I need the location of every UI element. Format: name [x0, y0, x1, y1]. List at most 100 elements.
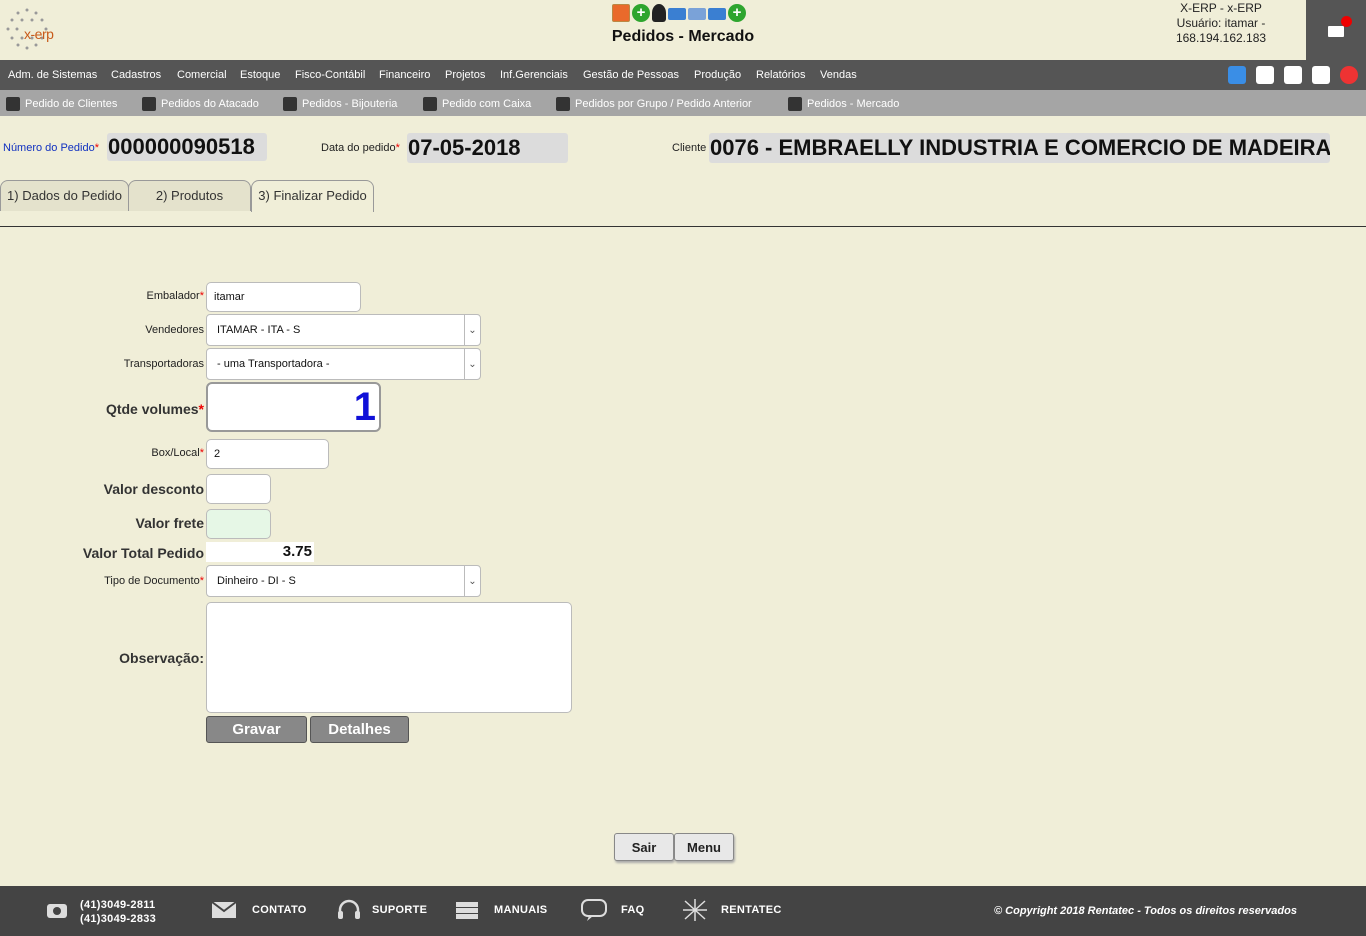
vendedores-select[interactable]: ITAMAR - ITA - S ⌄	[206, 314, 481, 346]
order-number-value: 000000090518	[107, 133, 267, 161]
client-label: Cliente	[672, 142, 707, 154]
required-mark: *	[94, 142, 100, 154]
tab-produtos[interactable]: 2) Produtos	[128, 180, 251, 211]
tab-finalizar-pedido[interactable]: 3) Finalizar Pedido	[251, 180, 374, 212]
submenu-pedido-caixa[interactable]: Pedido com Caixa	[423, 97, 531, 111]
phone-numbers: (41)3049-2811 (41)3049-2833	[80, 898, 156, 926]
submenu-pedidos-mercado[interactable]: Pedidos - Mercado	[788, 97, 899, 111]
menu-adm-sistemas[interactable]: Adm. de Sistemas	[8, 69, 97, 81]
xerp-logo[interactable]: x-erp	[4, 6, 64, 54]
order-date-label: Data do pedido*	[321, 142, 400, 154]
order-date-label-text: Data do pedido	[321, 142, 396, 154]
menu-vendas[interactable]: Vendas	[820, 69, 857, 81]
valor-desconto-label: Valor desconto	[103, 481, 204, 497]
help-icon[interactable]	[1312, 66, 1330, 84]
main-menu: Adm. de Sistemas Cadastros Comercial Est…	[0, 60, 1366, 90]
store-icon	[788, 97, 802, 111]
detalhes-button[interactable]: Detalhes	[310, 716, 409, 743]
required-mark: *	[199, 290, 204, 302]
user-info: X-ERP - x-ERP Usuário: itamar - 168.194.…	[1160, 1, 1282, 46]
chevron-down-icon: ⌄	[464, 315, 480, 345]
embalador-label: Embalador*	[147, 290, 204, 302]
vendedores-label: Vendedores	[145, 324, 204, 336]
box-local-label: Box/Local*	[151, 447, 204, 459]
footer-manuais[interactable]: MANUAIS	[494, 904, 547, 916]
tipo-documento-select[interactable]: Dinheiro - DI - S ⌄	[206, 565, 481, 597]
required-mark: *	[395, 142, 400, 154]
menu-relatorios[interactable]: Relatórios	[756, 69, 806, 81]
footer-suporte[interactable]: SUPORTE	[372, 904, 427, 916]
submenu-pedido-clientes[interactable]: Pedido de Clientes	[6, 97, 117, 111]
menu-producao[interactable]: Produção	[694, 69, 741, 81]
network-icon	[683, 899, 707, 921]
transportadoras-select[interactable]: - uma Transportadora - ⌄	[206, 348, 481, 380]
sub-menu: Pedido de Clientes Pedidos do Atacado Pe…	[0, 90, 1366, 116]
valor-total-value: 3.75	[206, 542, 314, 562]
footer-faq[interactable]: FAQ	[621, 904, 645, 916]
menu-comercial[interactable]: Comercial	[177, 69, 227, 81]
menu-estoque[interactable]: Estoque	[240, 69, 280, 81]
gravar-button[interactable]: Gravar	[206, 716, 307, 743]
document-icon[interactable]	[612, 4, 630, 22]
submenu-pedidos-atacado[interactable]: Pedidos do Atacado	[142, 97, 259, 111]
order-date-value: 07-05-2018	[407, 133, 568, 163]
submenu-label: Pedidos - Bijouteria	[302, 98, 398, 110]
add-icon[interactable]: +	[632, 4, 650, 22]
embalador-input[interactable]: itamar	[206, 282, 361, 312]
power-icon[interactable]	[1340, 66, 1358, 84]
mail-icon	[211, 901, 237, 918]
box-local-label-text: Box/Local	[151, 447, 200, 459]
user-icon[interactable]	[652, 4, 666, 22]
menu-fisco-contabil[interactable]: Fisco-Contábil	[295, 69, 365, 81]
user-name: Usuário: itamar -	[1176, 16, 1266, 30]
card-alt-icon[interactable]	[688, 8, 706, 20]
submenu-pedidos-grupo[interactable]: Pedidos por Grupo / Pedido Anterior	[556, 97, 752, 111]
vendedores-selected: ITAMAR - ITA - S	[217, 324, 301, 336]
box-local-input[interactable]: 2	[206, 439, 329, 469]
menu-projetos[interactable]: Projetos	[445, 69, 485, 81]
faq-icon	[581, 899, 607, 921]
home-icon[interactable]	[1228, 66, 1246, 84]
page-icon[interactable]	[1256, 66, 1274, 84]
tab-divider	[0, 226, 1366, 227]
tipo-documento-selected: Dinheiro - DI - S	[217, 575, 296, 587]
people-icon	[142, 97, 156, 111]
payment-icon[interactable]	[708, 8, 726, 20]
submenu-pedidos-bijouteria[interactable]: Pedidos - Bijouteria	[283, 97, 397, 111]
footer-rentatec[interactable]: RENTATEC	[721, 904, 782, 916]
add-secondary-icon[interactable]: +	[728, 4, 746, 22]
embalador-label-text: Embalador	[146, 290, 200, 302]
valor-desconto-input[interactable]	[206, 474, 271, 504]
tipo-documento-label: Tipo de Documento*	[104, 575, 204, 587]
sair-button[interactable]: Sair	[614, 833, 674, 861]
required-mark: *	[199, 575, 204, 587]
app-header: x-erp + + Pedidos - Mercado X-ERP - x-ER…	[0, 0, 1366, 60]
submenu-label: Pedido de Clientes	[25, 98, 118, 110]
menu-cadastros[interactable]: Cadastros	[111, 69, 161, 81]
qtde-volumes-input[interactable]: 1	[206, 382, 381, 432]
menu-financeiro[interactable]: Financeiro	[379, 69, 430, 81]
tab-dados-pedido[interactable]: 1) Dados do Pedido	[0, 180, 129, 211]
cart-icon	[556, 97, 570, 111]
valor-frete-input[interactable]	[206, 509, 271, 539]
client-value: 0076 - EMBRAELLY INDUSTRIA E COMERCIO DE…	[709, 133, 1330, 163]
card-icon[interactable]	[668, 8, 686, 20]
chevron-down-icon: ⌄	[464, 566, 480, 596]
observacao-label: Observação:	[119, 650, 204, 666]
list-icon[interactable]	[1284, 66, 1302, 84]
required-mark: *	[198, 401, 204, 417]
observacao-textarea[interactable]	[206, 602, 572, 713]
books-icon	[456, 902, 478, 919]
footer-contato[interactable]: CONTATO	[252, 904, 307, 916]
menu-gestao-pessoas[interactable]: Gestão de Pessoas	[583, 69, 679, 81]
messages-button[interactable]	[1306, 0, 1366, 60]
submenu-label: Pedidos - Mercado	[807, 98, 900, 110]
system-name: X-ERP - x-ERP	[1180, 1, 1262, 15]
cart-icon	[283, 97, 297, 111]
menu-inf-gerenciais[interactable]: Inf.Gerenciais	[500, 69, 568, 81]
headset-icon	[338, 899, 360, 919]
page-title: Pedidos - Mercado	[611, 28, 755, 45]
required-mark: *	[199, 447, 204, 459]
order-number-label-text: Número do Pedido	[3, 142, 95, 154]
menu-button[interactable]: Menu	[674, 833, 734, 861]
